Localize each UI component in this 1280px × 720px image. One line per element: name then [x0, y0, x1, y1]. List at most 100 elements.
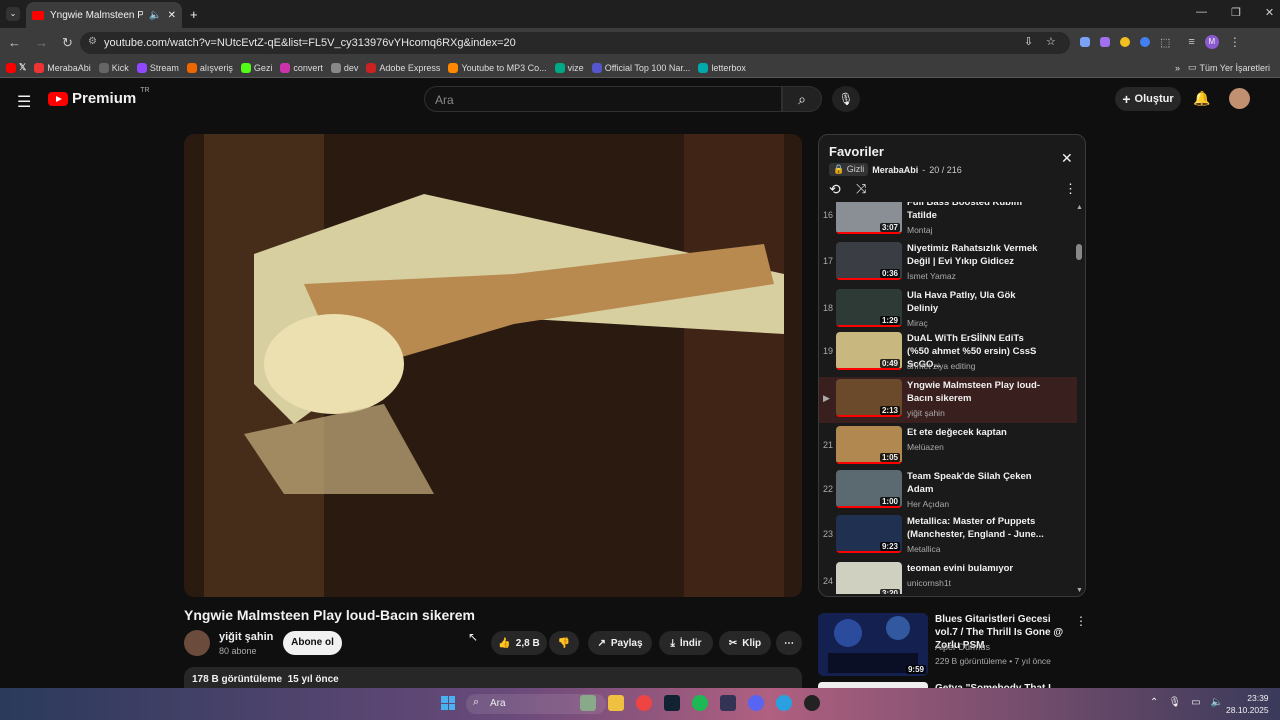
close-playlist-icon[interactable]: ✕ — [1061, 150, 1073, 167]
forward-button[interactable]: → — [35, 35, 48, 51]
reload-button[interactable]: ↻ — [62, 35, 73, 51]
discord-icon[interactable] — [748, 695, 764, 711]
media-icon[interactable] — [720, 695, 736, 711]
start-button[interactable] — [441, 696, 455, 710]
playlist-item-thumbnail[interactable]: 3:07 — [836, 202, 902, 234]
playlist-item-thumbnail[interactable]: 2:13 — [836, 379, 902, 417]
bookmarks-overflow-icon[interactable]: » — [1175, 63, 1180, 73]
channel-avatar[interactable] — [184, 630, 210, 656]
playlist-item-thumbnail[interactable]: 9:23 — [836, 515, 902, 553]
shuffle-icon[interactable]: ⤨ — [856, 181, 866, 197]
bookmark-item[interactable]: MerabaAbi — [34, 62, 91, 73]
steam-icon[interactable] — [664, 695, 680, 711]
voice-search-button[interactable]: 🎙 — [832, 86, 860, 112]
account-avatar[interactable] — [1229, 88, 1250, 109]
notifications-bell-icon[interactable]: 🔔 — [1193, 90, 1210, 107]
bookmark-item[interactable]: Youtube to MP3 Co... — [448, 62, 547, 73]
microphone-icon[interactable]: 🎙 — [1168, 697, 1181, 708]
share-button[interactable]: ↗ Paylaş — [588, 631, 652, 655]
bookmark-star-icon[interactable]: ☆ — [1046, 35, 1056, 48]
minimize-button[interactable]: — — [1196, 6, 1207, 19]
playlist-item-thumbnail[interactable]: 0:49 — [836, 332, 902, 370]
rec-channel[interactable]: Alper Durmus — [935, 642, 990, 652]
channel-name[interactable]: yiğit şahin — [219, 631, 273, 643]
bookmark-item[interactable]: vize — [554, 62, 584, 73]
playlist-item[interactable]: 24 3:20 teoman evini bulamıyor unicornsh1t — [819, 560, 1077, 594]
clock[interactable]: 23:39 28.10.2025 — [1226, 692, 1269, 716]
download-button[interactable]: ⤓ İndir — [659, 631, 713, 655]
reading-list-icon[interactable]: ≡ — [1188, 36, 1194, 48]
playlist-item-thumbnail[interactable]: 0:36 — [836, 242, 902, 280]
bookmark-item[interactable]: Kick — [98, 62, 129, 73]
dislike-button[interactable]: 👎 — [549, 631, 579, 655]
playlist-menu-icon[interactable]: ⋮ — [1064, 181, 1077, 197]
search-button[interactable]: ⌕ — [782, 86, 822, 112]
volume-icon[interactable]: 🔈 — [1211, 697, 1223, 708]
telegram-icon[interactable] — [776, 695, 792, 711]
all-bookmarks-folder[interactable]: ▭ Tüm Yer İşaretleri — [1188, 62, 1270, 73]
playlist-item[interactable]: 21 1:05 Et ete değecek kaptan Melüazen — [819, 424, 1077, 470]
browser-tab[interactable]: Yngwie Malmsteen Play lou 🔈 ✕ — [26, 2, 182, 28]
scroll-up-icon[interactable]: ▲ — [1076, 204, 1083, 211]
app-icon-misc[interactable] — [804, 695, 820, 711]
tab-close-icon[interactable]: ✕ — [168, 10, 176, 21]
bookmark-item[interactable]: Adobe Express — [366, 62, 440, 73]
bookmark-item[interactable]: dev — [330, 62, 358, 73]
scroll-down-icon[interactable]: ▼ — [1076, 587, 1083, 594]
translate-extension-icon[interactable] — [1080, 37, 1090, 47]
search-input[interactable]: Ara — [424, 86, 782, 112]
extensions-icon[interactable]: ⬚ — [1160, 36, 1170, 49]
window-close-button[interactable]: ✕ — [1265, 6, 1274, 19]
playlist-item[interactable]: 16 3:07 Full Bass Boosted Kubim Tatilde Mon… — [819, 202, 1077, 240]
playlist-title[interactable]: Favoriler — [829, 144, 884, 159]
bookmark-item[interactable]: Official Top 100 Nar... — [591, 62, 690, 73]
bookmark-youtube-icon[interactable]: 𝕏 — [6, 62, 26, 73]
playlist-scrollbar[interactable] — [1076, 244, 1082, 260]
clip-button[interactable]: ✂ Klip — [719, 631, 771, 655]
playlist-item[interactable]: 18 1:29 Ula Hava Patlıy, Ula Gök Deliniy Mi… — [819, 287, 1077, 333]
bookmark-item[interactable]: letterbox — [698, 62, 746, 73]
speaker-icon[interactable]: 🔈 — [149, 10, 161, 21]
create-button[interactable]: + Oluştur — [1115, 87, 1181, 111]
subscribe-button[interactable]: Abone ol — [283, 631, 342, 655]
playlist-item[interactable]: 19 0:49 DuAL WiTh ErSİİNN EdiTs (%50 ahmet… — [819, 330, 1077, 376]
hamburger-menu-icon[interactable]: ☰ — [17, 92, 31, 112]
pen-extension-icon[interactable] — [1100, 37, 1110, 47]
back-button[interactable]: ← — [8, 35, 21, 51]
browser-menu-icon[interactable]: ⋮ — [1229, 35, 1241, 49]
loop-icon[interactable]: ⟲ — [829, 181, 841, 198]
coin-extension-icon[interactable] — [1120, 37, 1130, 47]
playlist-item-thumbnail[interactable]: 3:20 — [836, 562, 902, 594]
site-info-icon[interactable]: ⚙ — [88, 36, 97, 47]
rec-thumbnail[interactable]: 9:59 — [818, 613, 928, 676]
playlist-item[interactable]: ▶ 2:13 Yngwie Malmsteen Play loud-Bacın si… — [819, 377, 1077, 423]
restore-button[interactable]: ❐ — [1231, 6, 1241, 19]
app-icon-widgets[interactable] — [580, 695, 596, 711]
network-icon[interactable]: ▭ — [1191, 697, 1200, 708]
bookmark-item[interactable]: convert — [280, 62, 323, 73]
playlist-item-thumbnail[interactable]: 1:00 — [836, 470, 902, 508]
rec-menu-icon[interactable]: ⋮ — [1075, 614, 1087, 628]
tab-search-button[interactable]: ⌄ — [6, 7, 20, 21]
install-icon[interactable]: ⇩ — [1024, 35, 1033, 48]
playlist-owner[interactable]: MerabaAbi — [872, 165, 918, 175]
playlist-item[interactable]: 23 9:23 Metallica: Master of Puppets (Manc… — [819, 513, 1077, 559]
spotify-icon[interactable] — [692, 695, 708, 711]
new-tab-button[interactable]: + — [190, 7, 198, 22]
profile-avatar[interactable]: M — [1204, 35, 1219, 49]
youtube-logo[interactable]: Premium TR — [48, 87, 150, 107]
video-player[interactable] — [184, 134, 802, 597]
address-bar[interactable]: ⚙ youtube.com/watch?v=NUtcEvtZ-qE&list=F… — [80, 32, 1070, 54]
tray-chevron-icon[interactable]: ⌃ — [1150, 697, 1158, 708]
playlist-item-thumbnail[interactable]: 1:29 — [836, 289, 902, 327]
file-explorer-icon[interactable] — [608, 695, 624, 711]
chrome-icon[interactable] — [636, 695, 652, 711]
more-actions-button[interactable]: ⋯ — [776, 631, 802, 655]
bookmark-item[interactable]: alışveriş — [186, 62, 233, 73]
bookmark-item[interactable]: Stream — [136, 62, 179, 73]
like-button[interactable]: 👍 2,8 B — [491, 631, 547, 655]
bookmark-item[interactable]: Gezi — [240, 62, 272, 73]
playlist-item[interactable]: 22 1:00 Team Speak'de Silah Çeken Adam Her … — [819, 468, 1077, 514]
playlist-item-thumbnail[interactable]: 1:05 — [836, 426, 902, 464]
playlist-item[interactable]: 17 0:36 Niyetimiz Rahatsızlık Vermek Değil… — [819, 240, 1077, 286]
